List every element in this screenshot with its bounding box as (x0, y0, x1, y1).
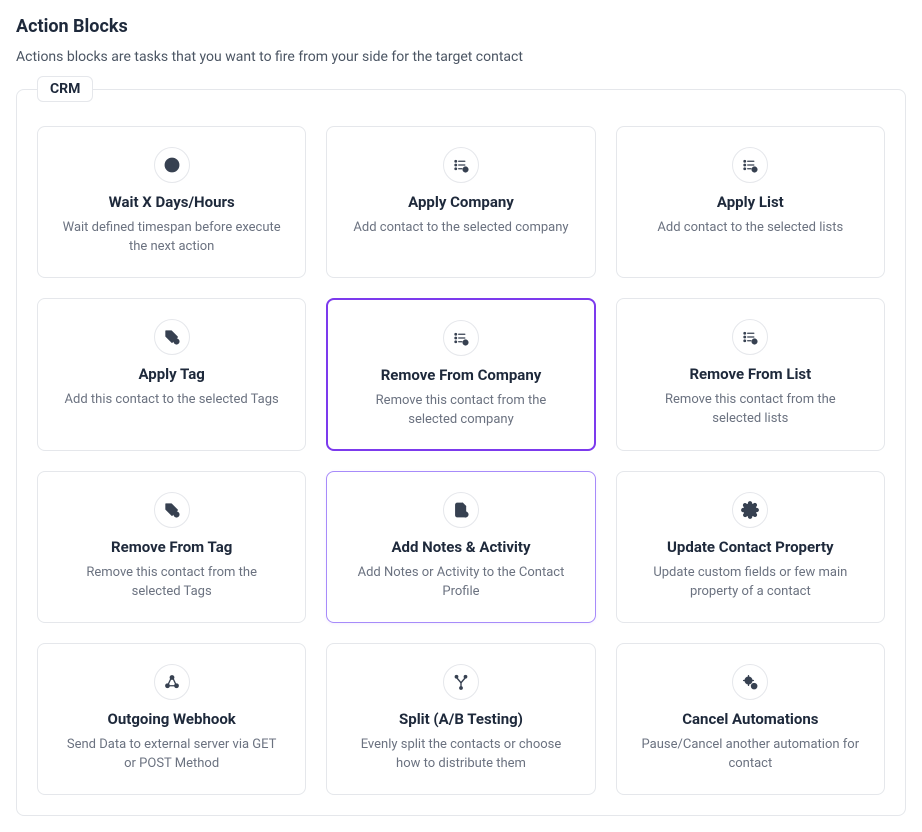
card-desc: Evenly split the contacts or choose how … (351, 736, 571, 774)
card-desc: Add Notes or Activity to the Contact Pro… (351, 564, 571, 602)
card-update-contact-property[interactable]: Update Contact Property Update custom fi… (616, 471, 885, 623)
cards-grid: Wait X Days/Hours Wait defined timespan … (37, 126, 885, 795)
card-title: Apply List (717, 193, 784, 211)
card-outgoing-webhook[interactable]: Outgoing Webhook Send Data to external s… (37, 643, 306, 795)
card-remove-from-company[interactable]: Remove From Company Remove this contact … (326, 298, 595, 452)
card-desc: Pause/Cancel another automation for cont… (640, 736, 860, 774)
clock-icon (154, 147, 190, 183)
split-icon (443, 664, 479, 700)
card-title: Update Contact Property (667, 538, 834, 556)
card-cancel-automations[interactable]: Cancel Automations Pause/Cancel another … (616, 643, 885, 795)
list-plus-icon (732, 147, 768, 183)
card-desc: Send Data to external server via GET or … (62, 736, 282, 774)
card-desc: Remove this contact from the selected co… (351, 392, 571, 430)
card-desc: Add contact to the selected company (353, 219, 568, 238)
list-minus-icon (732, 319, 768, 355)
card-apply-company[interactable]: Apply Company Add contact to the selecte… (326, 126, 595, 278)
card-desc: Wait defined timespan before execute the… (62, 219, 282, 257)
crm-section: CRM Wait X Days/Hours Wait defined times… (16, 89, 906, 816)
card-title: Cancel Automations (682, 710, 818, 728)
gear-icon (732, 492, 768, 528)
card-desc: Remove this contact from the selected Ta… (62, 564, 282, 602)
list-plus-icon (443, 147, 479, 183)
card-title: Apply Company (408, 193, 514, 211)
page-subtitle: Actions blocks are tasks that you want t… (16, 49, 906, 65)
tag-minus-icon (154, 492, 190, 528)
file-plus-icon (443, 492, 479, 528)
card-title: Outgoing Webhook (108, 710, 236, 728)
tag-plus-icon (154, 319, 190, 355)
card-desc: Add this contact to the selected Tags (65, 391, 279, 410)
card-split-ab-testing[interactable]: Split (A/B Testing) Evenly split the con… (326, 643, 595, 795)
card-add-notes-activity[interactable]: Add Notes & Activity Add Notes or Activi… (326, 471, 595, 623)
page-title: Action Blocks (16, 16, 906, 37)
card-desc: Add contact to the selected lists (657, 219, 843, 238)
card-desc: Remove this contact from the selected li… (640, 391, 860, 429)
card-title: Split (A/B Testing) (399, 710, 523, 728)
card-wait-days-hours[interactable]: Wait X Days/Hours Wait defined timespan … (37, 126, 306, 278)
card-title: Apply Tag (138, 365, 204, 383)
list-minus-icon (443, 320, 479, 356)
webhook-icon (154, 664, 190, 700)
card-title: Remove From List (689, 365, 811, 383)
card-title: Wait X Days/Hours (109, 193, 235, 211)
section-legend: CRM (37, 76, 93, 102)
cancel-automation-icon (732, 664, 768, 700)
card-remove-from-list[interactable]: Remove From List Remove this contact fro… (616, 298, 885, 452)
card-title: Remove From Tag (111, 538, 232, 556)
card-title: Remove From Company (381, 366, 542, 384)
card-apply-list[interactable]: Apply List Add contact to the selected l… (616, 126, 885, 278)
card-apply-tag[interactable]: Apply Tag Add this contact to the select… (37, 298, 306, 452)
card-title: Add Notes & Activity (391, 538, 530, 556)
card-desc: Update custom fields or few main propert… (640, 564, 860, 602)
card-remove-from-tag[interactable]: Remove From Tag Remove this contact from… (37, 471, 306, 623)
